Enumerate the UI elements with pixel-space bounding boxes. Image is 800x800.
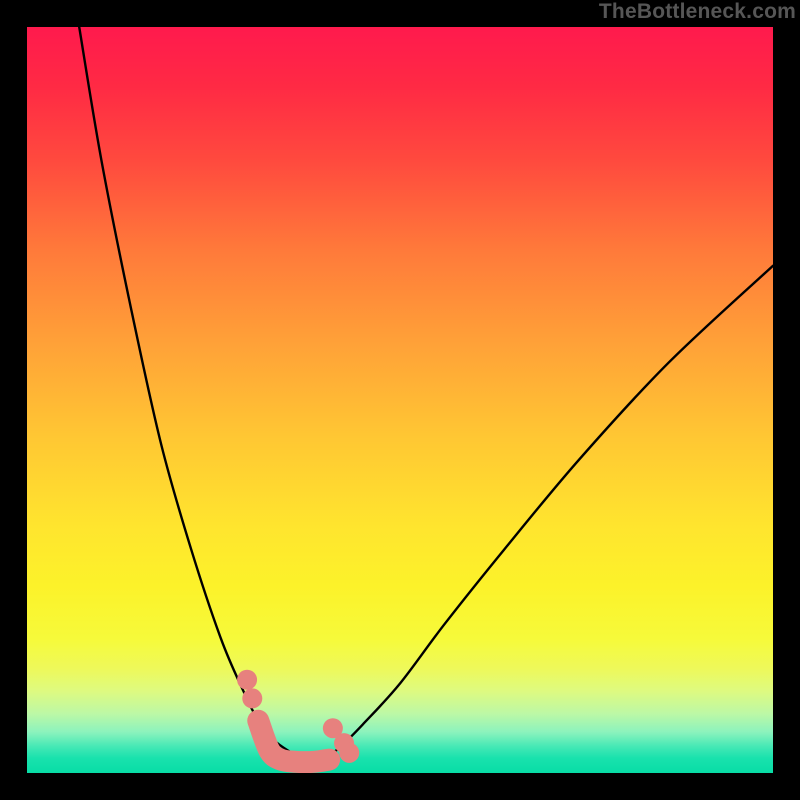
marker-dot bbox=[339, 743, 359, 763]
marker-dot bbox=[237, 670, 257, 690]
chart-svg bbox=[27, 27, 773, 773]
plot-area bbox=[27, 27, 773, 773]
marker-dot bbox=[242, 688, 262, 708]
left-curve bbox=[79, 27, 314, 762]
marker-worm bbox=[258, 721, 329, 762]
right-curve bbox=[314, 266, 773, 762]
attribution-text: TheBottleneck.com bbox=[599, 0, 796, 24]
